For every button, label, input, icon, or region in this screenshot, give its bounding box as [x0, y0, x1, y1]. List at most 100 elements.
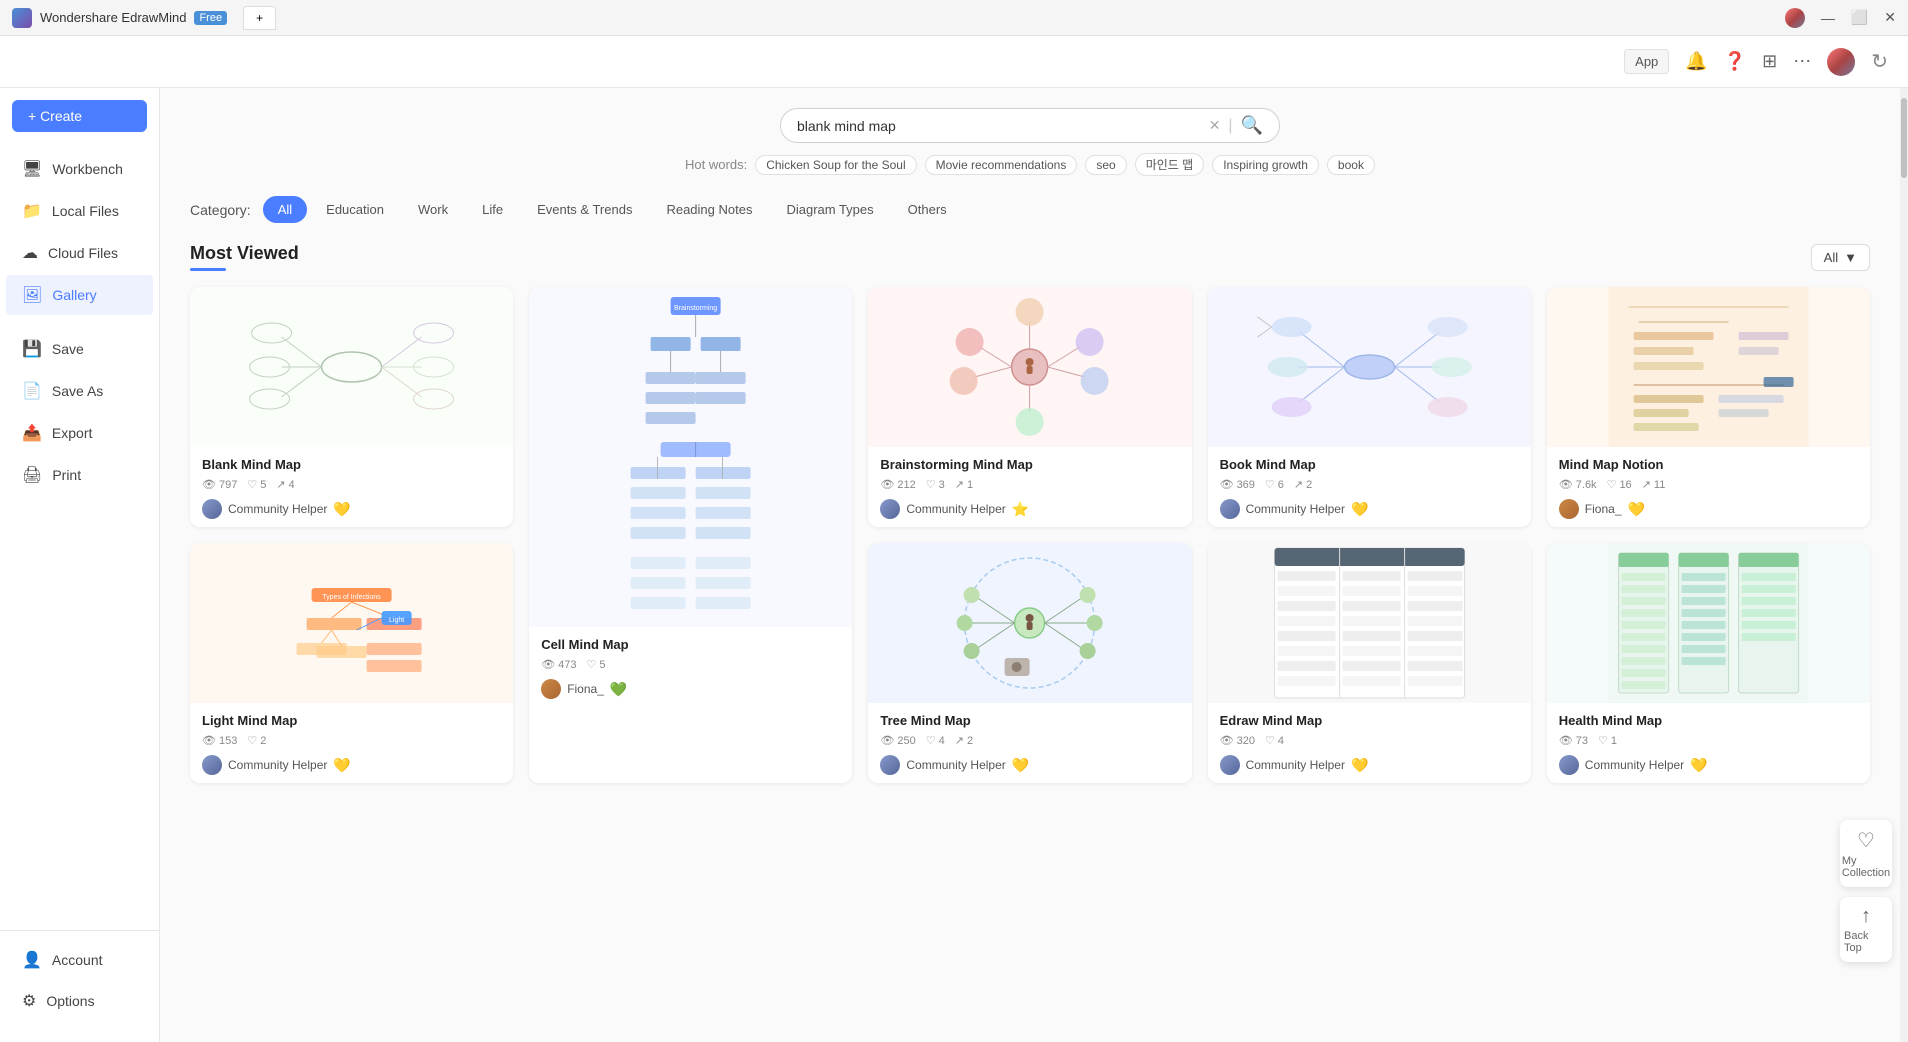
card-stats: 👁 153 ♡ 2	[202, 734, 501, 747]
filter-dropdown[interactable]: All ▼	[1811, 244, 1870, 271]
sidebar-item-label-account: Account	[52, 952, 103, 968]
card-body: Tree Mind Map 👁 250 ♡ 4 ↗ 2 Community He…	[868, 703, 1191, 783]
close-btn[interactable]: ✕	[1884, 9, 1896, 26]
cat-tab-reading-notes[interactable]: Reading Notes	[651, 196, 767, 223]
save-as-icon: 📄	[22, 381, 42, 401]
search-input[interactable]	[797, 118, 1209, 134]
author-badge: 💛	[1628, 501, 1645, 518]
app-button[interactable]: App	[1624, 49, 1669, 74]
share-count: ↗ 1	[955, 478, 973, 491]
card-mind-map-notion[interactable]: Mind Map Notion 👁 7.6k ♡ 16 ↗ 11 Fiona_ …	[1547, 287, 1870, 527]
like-count: ♡ 4	[1265, 734, 1284, 747]
scrollbar-track[interactable]	[1900, 88, 1908, 1042]
cloud-files-icon: ☁	[22, 243, 38, 263]
card-thumbnail	[1547, 287, 1870, 447]
my-collection-button[interactable]: ♡ My Collection	[1840, 820, 1892, 887]
toolbar-avatar[interactable]	[1827, 48, 1855, 76]
hot-tag-5[interactable]: book	[1327, 155, 1375, 175]
scrollbar-thumb[interactable]	[1901, 98, 1907, 178]
author-avatar	[880, 755, 900, 775]
card-light-mind-map[interactable]: Types of Infections Light	[190, 543, 513, 783]
card-thumbnail: Types of Infections Light	[190, 543, 513, 703]
like-count: ♡ 16	[1607, 478, 1632, 491]
author-name: Community Helper	[228, 502, 327, 516]
card-book-mind-map[interactable]: Book Mind Map 👁 369 ♡ 6 ↗ 2 Community He…	[1208, 287, 1531, 527]
card-health-mind-map[interactable]: Health Mind Map 👁 73 ♡ 1 Community Helpe…	[1547, 543, 1870, 783]
author-avatar	[202, 499, 222, 519]
hot-tag-3[interactable]: 마인드 맵	[1135, 153, 1205, 176]
view-count: 👁 797	[202, 478, 237, 491]
author-name: Community Helper	[906, 502, 1005, 516]
card-title: Light Mind Map	[202, 713, 501, 728]
card-body: Book Mind Map 👁 369 ♡ 6 ↗ 2 Community He…	[1208, 447, 1531, 527]
sidebar-item-options[interactable]: ⚙ Options	[6, 981, 153, 1021]
notification-icon[interactable]: 🔔	[1685, 51, 1707, 72]
create-button[interactable]: + Create	[12, 100, 147, 132]
view-count: 👁 473	[541, 658, 576, 671]
more-icon[interactable]: ⋯	[1793, 51, 1811, 72]
account-icon: 👤	[22, 950, 42, 970]
svg-text:Brainstorming: Brainstorming	[674, 305, 717, 312]
card-table-mind-map[interactable]: Edraw Mind Map 👁 320 ♡ 4 Community Helpe…	[1208, 543, 1531, 783]
category-row: Category: All Education Work Life Events…	[190, 196, 1870, 223]
share-count: ↗ 2	[1294, 478, 1312, 491]
filter-label: All	[1824, 250, 1838, 265]
card-cell-mind-map[interactable]: Brainstorming	[529, 287, 852, 783]
minimize-btn[interactable]: —	[1821, 10, 1835, 26]
search-submit-icon[interactable]: 🔍	[1241, 115, 1263, 136]
like-count: ♡ 5	[587, 658, 606, 671]
titlebar-left: Wondershare EdrawMind Free +	[12, 6, 276, 30]
sidebar-item-account[interactable]: 👤 Account	[6, 940, 153, 980]
heart-icon: ♡	[1857, 828, 1875, 853]
layout-icon[interactable]: ⊞	[1762, 51, 1777, 72]
sidebar-item-cloud-files[interactable]: ☁ Cloud Files	[6, 233, 153, 273]
like-count: ♡ 3	[926, 478, 945, 491]
cat-tab-events-trends[interactable]: Events & Trends	[522, 196, 647, 223]
card-brainstorming-mind-map[interactable]: Brainstorming Mind Map 👁 212 ♡ 3 ↗ 1 Com…	[868, 287, 1191, 527]
card-thumbnail	[868, 287, 1191, 447]
toolbar: App 🔔 ❓ ⊞ ⋯ ↻	[0, 36, 1908, 88]
view-count: 👁 153	[202, 734, 237, 747]
cat-tab-life[interactable]: Life	[467, 196, 518, 223]
refresh-icon[interactable]: ↻	[1871, 49, 1888, 74]
author-name: Fiona_	[1585, 502, 1622, 516]
hot-tag-0[interactable]: Chicken Soup for the Soul	[755, 155, 916, 175]
share-count: ↗ 2	[955, 734, 973, 747]
card-author: Community Helper 💛	[1559, 755, 1858, 775]
sidebar-item-export[interactable]: 📤 Export	[6, 413, 153, 453]
sidebar-item-save[interactable]: 💾 Save	[6, 329, 153, 369]
view-count: 👁 250	[880, 734, 915, 747]
cat-tab-others[interactable]: Others	[893, 196, 962, 223]
maximize-btn[interactable]: ⬜	[1851, 9, 1868, 26]
cat-tab-diagram-types[interactable]: Diagram Types	[771, 196, 888, 223]
new-tab-btn[interactable]: +	[243, 6, 276, 30]
sidebar-item-local-files[interactable]: 📁 Local Files	[6, 191, 153, 231]
card-stats: 👁 473 ♡ 5	[541, 658, 840, 671]
back-top-button[interactable]: ↑ Back Top	[1840, 897, 1892, 962]
hot-tag-2[interactable]: seo	[1085, 155, 1126, 175]
card-author: Community Helper ⭐	[880, 499, 1179, 519]
titlebar-right: — ⬜ ✕	[1785, 8, 1896, 28]
float-buttons: ♡ My Collection ↑ Back Top	[1840, 820, 1892, 962]
view-count: 👁 320	[1220, 734, 1255, 747]
card-author: Community Helper 💛	[1220, 755, 1519, 775]
main-content: ✕ | 🔍 Hot words: Chicken Soup for the So…	[160, 88, 1900, 1042]
card-title: Blank Mind Map	[202, 457, 501, 472]
search-clear-icon[interactable]: ✕	[1209, 117, 1221, 134]
cat-tab-education[interactable]: Education	[311, 196, 399, 223]
sidebar-item-print[interactable]: 🖨 Print	[6, 455, 153, 495]
hot-tag-4[interactable]: Inspiring growth	[1212, 155, 1319, 175]
card-body: Cell Mind Map 👁 473 ♡ 5 Fiona_ 💚	[529, 627, 852, 707]
card-tree-mind-map[interactable]: Tree Mind Map 👁 250 ♡ 4 ↗ 2 Community He…	[868, 543, 1191, 783]
author-name: Community Helper	[1585, 758, 1684, 772]
app-logo-icon	[12, 8, 32, 28]
cat-tab-all[interactable]: All	[263, 196, 307, 223]
cat-tab-work[interactable]: Work	[403, 196, 463, 223]
sidebar-item-gallery[interactable]: 🖼 Gallery	[6, 275, 153, 315]
card-blank-mind-map[interactable]: Blank Mind Map 👁 797 ♡ 5 ↗ 4 Community H…	[190, 287, 513, 527]
sidebar-item-workbench[interactable]: 🖥 Workbench	[6, 149, 153, 189]
help-icon[interactable]: ❓	[1724, 51, 1746, 72]
card-title: Cell Mind Map	[541, 637, 840, 652]
sidebar-item-save-as[interactable]: 📄 Save As	[6, 371, 153, 411]
hot-tag-1[interactable]: Movie recommendations	[925, 155, 1078, 175]
